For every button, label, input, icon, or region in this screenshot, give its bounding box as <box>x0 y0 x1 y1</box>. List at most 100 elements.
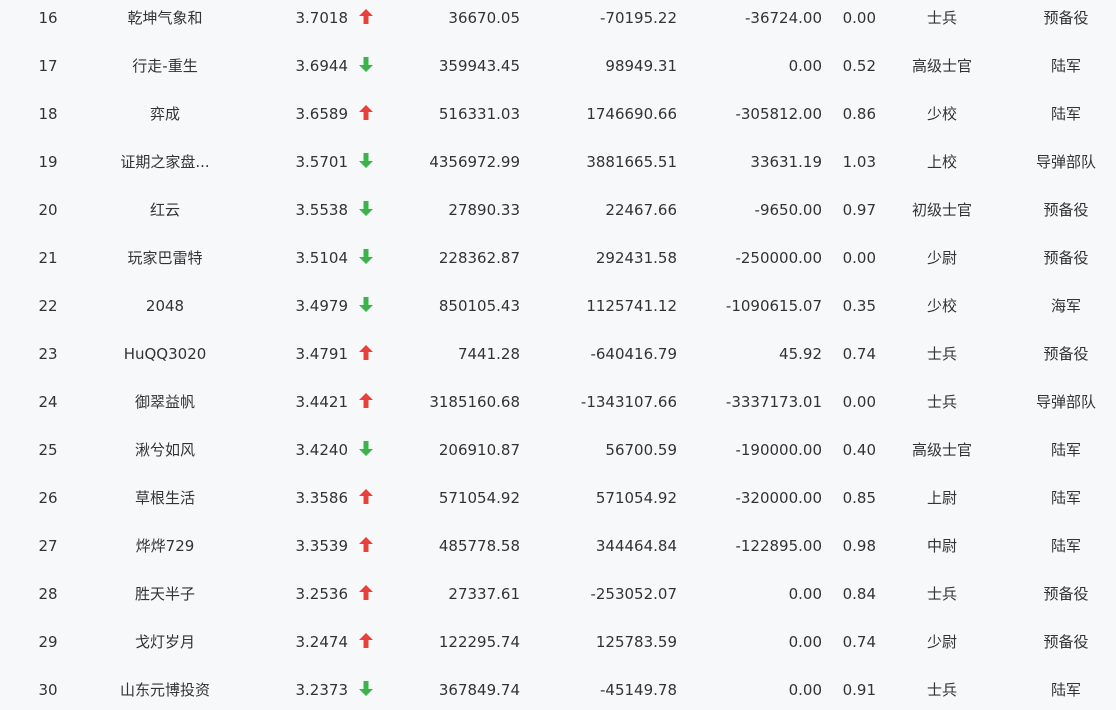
value3-cell: -1090615.07 <box>725 297 822 315</box>
name-cell[interactable]: 红云 <box>90 190 240 238</box>
level-cell: 高级士官 <box>911 57 972 75</box>
table-row[interactable]: 20 红云 3.5538 27890.33 22467.66 -9650.00 0.97 初级… <box>0 190 1116 238</box>
name-cell[interactable]: 戈灯岁月 <box>90 622 240 670</box>
value4-cell: 0.97 <box>842 201 876 219</box>
score-cell: 3.3539 <box>295 537 349 555</box>
table-row[interactable]: 17 行走-重生 3.6944 359943.45 98949.31 0.00 0.52 高级… <box>0 46 1116 94</box>
table-row[interactable]: 23 HuQQ3020 3.4791 7441.28 -640416.79 45.92 0.… <box>0 334 1116 382</box>
name-cell[interactable]: 烨烨729 <box>90 526 240 574</box>
value3-cell: -122895.00 <box>735 537 822 555</box>
value1-cell: 27890.33 <box>448 201 520 219</box>
rank-cell: 17 <box>38 57 58 75</box>
table-row[interactable]: 29 戈灯岁月 3.2474 122295.74 125783.59 0.00 0.74 少尉… <box>0 622 1116 670</box>
table-row[interactable]: 19 证期之家盘... 3.5701 4356972.99 3881665.51 3363… <box>0 142 1116 190</box>
table-row[interactable]: 27 烨烨729 3.3539 485778.58 344464.84 -122895.0… <box>0 526 1116 574</box>
branch-cell: 预备役 <box>1043 9 1089 27</box>
rank-cell: 23 <box>38 345 58 363</box>
value3-cell: 0.00 <box>788 585 822 603</box>
table-row[interactable]: 28 胜天半子 3.2536 27337.61 -253052.07 0.00 0.84 士兵… <box>0 574 1116 622</box>
arrow-down-icon <box>356 238 376 286</box>
level-cell: 高级士官 <box>911 441 972 459</box>
value1-cell: 7441.28 <box>457 345 520 363</box>
score-cell: 3.5104 <box>295 249 349 267</box>
arrow-down-icon <box>356 142 376 190</box>
name-cell[interactable]: 2048 <box>90 286 240 334</box>
name-cell[interactable]: 证期之家盘... <box>90 142 240 190</box>
arrow-down-icon <box>356 190 376 238</box>
value3-cell: -36724.00 <box>745 9 822 27</box>
value3-cell: -3337173.01 <box>725 393 822 411</box>
value4-cell: 0.86 <box>842 105 876 123</box>
arrow-down-icon <box>356 286 376 334</box>
table-row[interactable]: 30 山东元博投资 3.2373 367849.74 -45149.78 0.00 0.91… <box>0 670 1116 710</box>
score-cell: 3.5538 <box>295 201 349 219</box>
value1-cell: 3185160.68 <box>429 393 520 411</box>
branch-cell: 预备役 <box>1043 249 1089 267</box>
rank-cell: 16 <box>38 9 58 27</box>
value4-cell: 0.91 <box>842 681 876 699</box>
value4-cell: 0.40 <box>842 441 876 459</box>
arrow-down-icon <box>356 46 376 94</box>
name-cell[interactable]: 草根生活 <box>90 478 240 526</box>
rank-cell: 27 <box>38 537 58 555</box>
value2-cell: -1343107.66 <box>580 393 677 411</box>
level-cell: 上校 <box>926 153 957 171</box>
value3-cell: -9650.00 <box>754 201 822 219</box>
level-cell: 士兵 <box>926 681 957 699</box>
branch-cell: 预备役 <box>1043 201 1089 219</box>
score-cell: 3.4791 <box>295 345 349 363</box>
branch-cell: 陆军 <box>1050 441 1081 459</box>
rank-cell: 22 <box>38 297 58 315</box>
value4-cell: 0.98 <box>842 537 876 555</box>
value4-cell: 0.74 <box>842 345 876 363</box>
name-cell[interactable]: 弈成 <box>90 94 240 142</box>
table-row[interactable]: 18 弈成 3.6589 516331.03 1746690.66 -305812.00 0… <box>0 94 1116 142</box>
value2-cell: 98949.31 <box>605 57 677 75</box>
name-cell[interactable]: 胜天半子 <box>90 574 240 622</box>
arrow-up-icon <box>356 478 376 526</box>
score-cell: 3.6944 <box>295 57 349 75</box>
value1-cell: 571054.92 <box>438 489 520 507</box>
value1-cell: 4356972.99 <box>429 153 520 171</box>
rank-cell: 19 <box>38 153 58 171</box>
rank-cell: 26 <box>38 489 58 507</box>
branch-cell: 预备役 <box>1043 585 1089 603</box>
table-row[interactable]: 26 草根生活 3.3586 571054.92 571054.92 -320000.00… <box>0 478 1116 526</box>
name-cell[interactable]: HuQQ3020 <box>90 334 240 382</box>
rank-cell: 29 <box>38 633 58 651</box>
name-cell[interactable]: 乾坤气象和 <box>90 0 240 46</box>
rank-cell: 20 <box>38 201 58 219</box>
name-cell[interactable]: 御翠益帆 <box>90 382 240 430</box>
score-cell: 3.2373 <box>295 681 349 699</box>
table-row[interactable]: 24 御翠益帆 3.4421 3185160.68 -1343107.66 -333717… <box>0 382 1116 430</box>
name-cell[interactable]: 湫兮如风 <box>90 430 240 478</box>
branch-cell: 陆军 <box>1050 489 1081 507</box>
table-row[interactable]: 21 玩家巴雷特 3.5104 228362.87 292431.58 -250000.0… <box>0 238 1116 286</box>
value1-cell: 206910.87 <box>438 441 520 459</box>
score-cell: 3.3586 <box>295 489 349 507</box>
score-cell: 3.6589 <box>295 105 349 123</box>
table-row[interactable]: 22 2048 3.4979 850105.43 1125741.12 -1090615.… <box>0 286 1116 334</box>
value1-cell: 359943.45 <box>438 57 520 75</box>
rank-cell: 24 <box>38 393 58 411</box>
value4-cell: 0.84 <box>842 585 876 603</box>
level-cell: 初级士官 <box>911 201 972 219</box>
value4-cell: 0.35 <box>842 297 876 315</box>
score-cell: 3.5701 <box>295 153 349 171</box>
arrow-up-icon <box>356 574 376 622</box>
rank-cell: 18 <box>38 105 58 123</box>
table-row[interactable]: 16 乾坤气象和 3.7018 36670.05 -70195.22 -36724.00 0… <box>0 0 1116 46</box>
value2-cell: 125783.59 <box>595 633 677 651</box>
branch-cell: 陆军 <box>1050 57 1081 75</box>
name-cell[interactable]: 玩家巴雷特 <box>90 238 240 286</box>
value1-cell: 485778.58 <box>438 537 520 555</box>
name-cell[interactable]: 行走-重生 <box>90 46 240 94</box>
value4-cell: 0.00 <box>842 249 876 267</box>
value1-cell: 228362.87 <box>438 249 520 267</box>
level-cell: 少尉 <box>926 633 957 651</box>
value4-cell: 1.03 <box>842 153 876 171</box>
value4-cell: 0.74 <box>842 633 876 651</box>
name-cell[interactable]: 山东元博投资 <box>90 670 240 710</box>
level-cell: 少校 <box>926 297 957 315</box>
table-row[interactable]: 25 湫兮如风 3.4240 206910.87 56700.59 -190000.00 0… <box>0 430 1116 478</box>
